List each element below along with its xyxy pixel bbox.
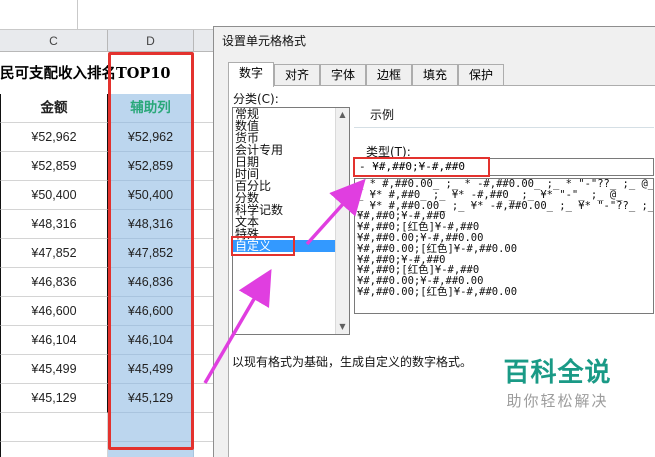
- watermark-subtitle: 助你轻松解决: [506, 392, 609, 410]
- empty-cell[interactable]: [194, 326, 215, 355]
- amount-cell[interactable]: ¥45,129: [0, 384, 108, 413]
- tab-font[interactable]: 字体: [320, 64, 366, 86]
- format-item[interactable]: _ ¥* #,##0_ ;_ ¥* -#,##0_ ;_ ¥* "-"_ ;_ …: [355, 189, 653, 201]
- watermark-title: 百科全说: [503, 358, 612, 388]
- spreadsheet: C D 民可支配收入排名TOP10 金额 辅助列 ¥52,962 ¥52,962 ¥52…: [0, 0, 215, 457]
- dialog-title: 设置单元格格式: [214, 27, 655, 55]
- empty-cell[interactable]: [194, 268, 215, 297]
- name-box[interactable]: [0, 0, 78, 30]
- amount-cell[interactable]: ¥52,962: [0, 123, 108, 152]
- tab-number[interactable]: 数字: [228, 62, 274, 87]
- scroll-up-icon[interactable]: ▲: [336, 108, 349, 122]
- amount-cell[interactable]: ¥46,104: [0, 326, 108, 355]
- tab-fill[interactable]: 填充: [412, 64, 458, 86]
- column-d-highlight: [108, 52, 194, 450]
- scroll-down-icon[interactable]: ▼: [336, 320, 349, 334]
- empty-cell[interactable]: [194, 181, 215, 210]
- format-list[interactable]: _ * #,##0.00_ ;_ * -#,##0.00_ ;_ * "-"??…: [354, 178, 654, 314]
- tab-alignment[interactable]: 对齐: [274, 64, 320, 86]
- type-input-highlight: [353, 157, 490, 177]
- category-label: 分类(C):: [233, 92, 279, 106]
- amount-cell[interactable]: ¥46,600: [0, 297, 108, 326]
- empty-cell[interactable]: [194, 355, 215, 384]
- empty-cell[interactable]: [0, 413, 108, 442]
- column-header-c[interactable]: C: [0, 30, 108, 52]
- empty-cell[interactable]: [194, 94, 215, 123]
- empty-cell[interactable]: [194, 210, 215, 239]
- empty-cell[interactable]: [0, 442, 108, 457]
- header-amount-cell[interactable]: 金额: [0, 94, 108, 123]
- amount-cell[interactable]: ¥46,836: [0, 268, 108, 297]
- category-scrollbar[interactable]: ▲ ▼: [335, 108, 349, 334]
- custom-category-highlight: [231, 236, 295, 256]
- empty-cell[interactable]: [194, 297, 215, 326]
- watermark-logo: 百科全说 助你轻松解决: [470, 356, 645, 436]
- empty-cell[interactable]: [194, 123, 215, 152]
- empty-cell[interactable]: [194, 239, 215, 268]
- column-header-e[interactable]: [194, 30, 215, 52]
- amount-cell[interactable]: ¥47,852: [0, 239, 108, 268]
- empty-cell[interactable]: [194, 152, 215, 181]
- amount-cell[interactable]: ¥50,400: [0, 181, 108, 210]
- empty-cell[interactable]: [194, 442, 215, 457]
- category-list[interactable]: 常规 数值 货币 会计专用 日期 时间 百分比 分数 科学记数 文本 特殊 自定义 ▲ ▼: [232, 107, 350, 335]
- amount-cell[interactable]: ¥45,499: [0, 355, 108, 384]
- tab-border[interactable]: 边框: [366, 64, 412, 86]
- column-header-d[interactable]: D: [108, 30, 194, 52]
- format-item[interactable]: ¥#,##0.00;[红色]¥-#,##0.00: [355, 287, 653, 298]
- format-description: 以现有格式为基础，生成自定义的数字格式。: [232, 355, 473, 369]
- sample-label: 示例: [370, 108, 395, 122]
- sample-divider: [354, 127, 654, 128]
- amount-cell[interactable]: ¥48,316: [0, 210, 108, 239]
- tab-protection[interactable]: 保护: [458, 64, 504, 86]
- amount-cell[interactable]: ¥52,859: [0, 152, 108, 181]
- empty-cell[interactable]: [194, 384, 215, 413]
- format-item[interactable]: ¥#,##0.00;[红色]¥-#,##0.00: [355, 243, 653, 255]
- empty-cell[interactable]: [194, 413, 215, 442]
- formula-bar[interactable]: [0, 0, 215, 30]
